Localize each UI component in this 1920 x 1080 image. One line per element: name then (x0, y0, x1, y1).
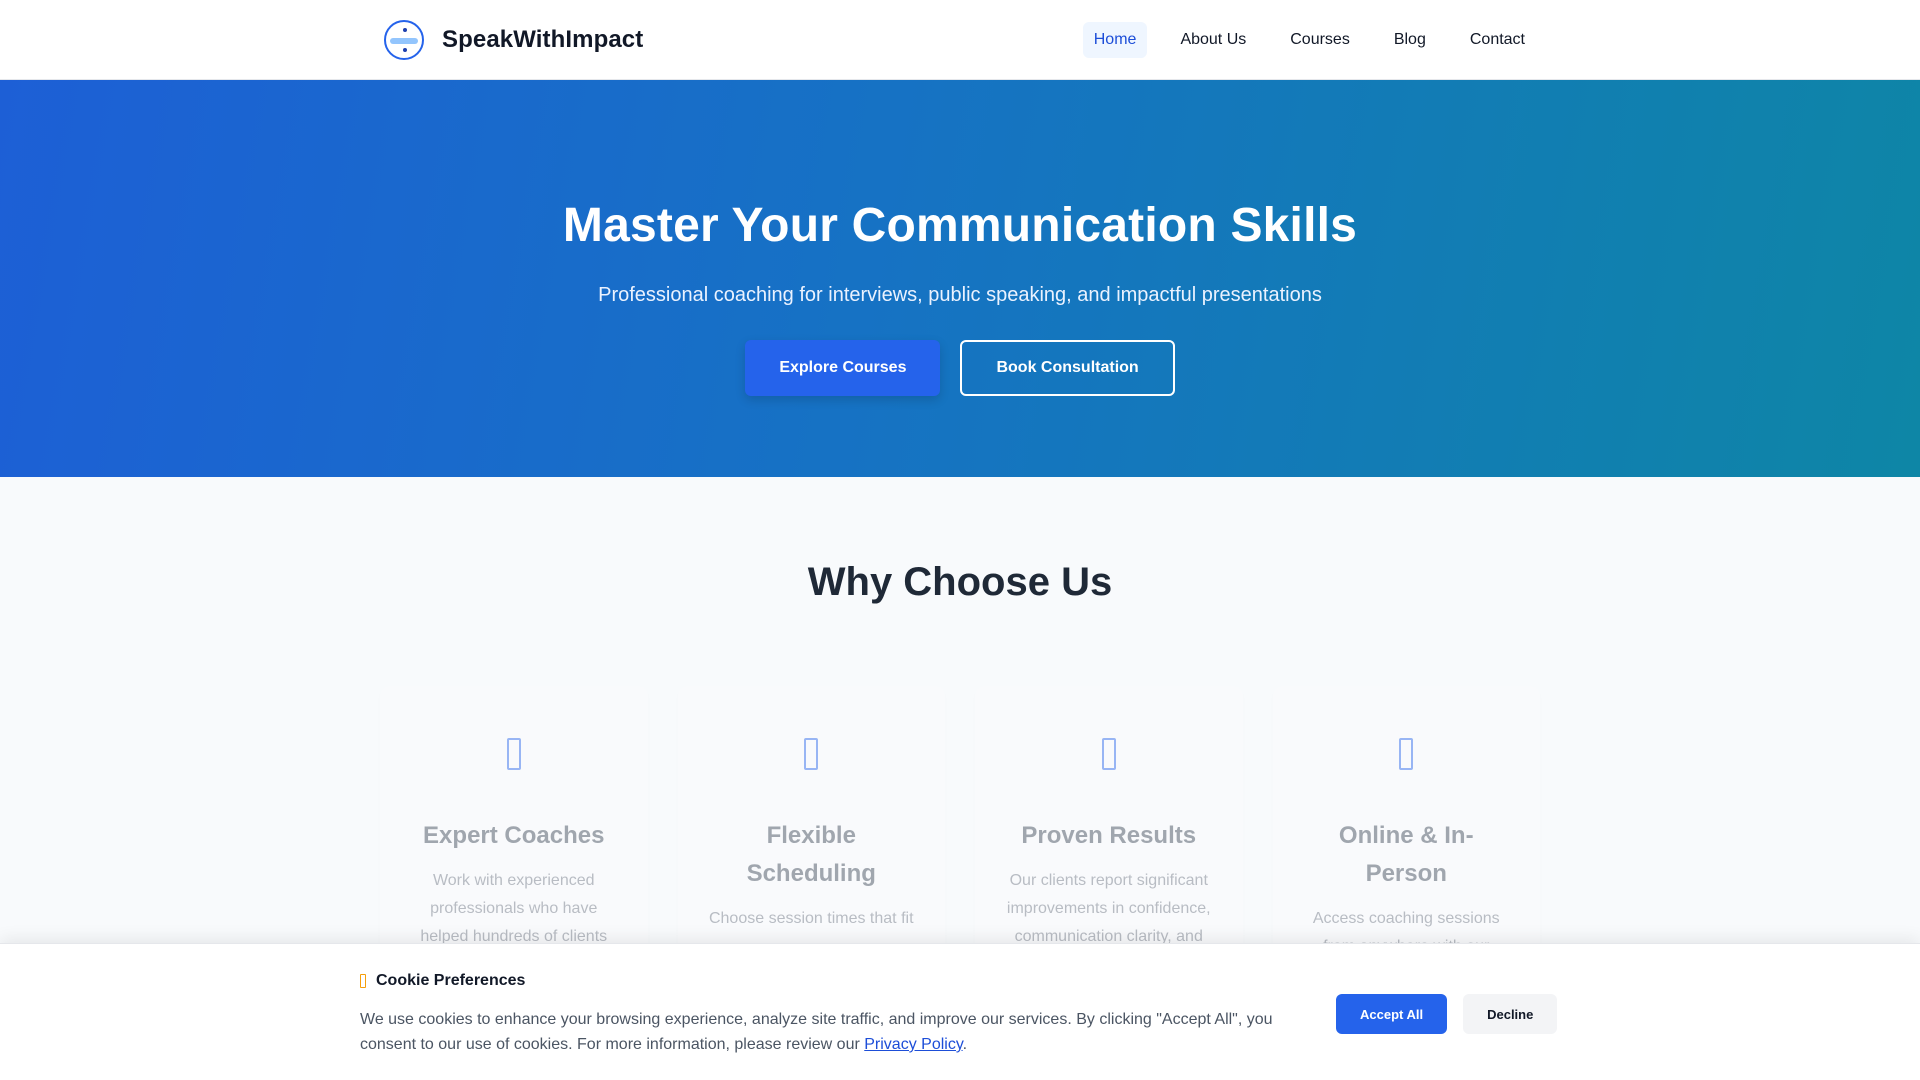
cookie-buttons: Accept All Decline (1336, 994, 1558, 1034)
cookie-icon (360, 974, 366, 988)
nav-link-courses[interactable]: Courses (1279, 22, 1361, 58)
book-consultation-button[interactable]: Book Consultation (960, 340, 1175, 396)
brand-name[interactable]: SpeakWithImpact (442, 26, 643, 54)
hero-subtitle: Professional coaching for interviews, pu… (598, 284, 1322, 306)
hero-section: Master Your Communication Skills Profess… (0, 80, 1920, 477)
cookie-text: We use cookies to enhance your browsing … (360, 1011, 1273, 1053)
hero-buttons: Explore Courses Book Consultation (0, 340, 1920, 396)
coach-icon (506, 738, 521, 770)
privacy-policy-link[interactable]: Privacy Policy (864, 1036, 962, 1053)
cookie-banner: Cookie Preferences We use cookies to enh… (0, 943, 1920, 1080)
chart-icon (1101, 738, 1116, 770)
cookie-title: Cookie Preferences (376, 972, 526, 989)
accept-all-button[interactable]: Accept All (1336, 994, 1448, 1034)
card-title: Expert Coaches (423, 822, 605, 849)
card-title: Flexible Scheduling (746, 822, 876, 887)
card-text: Our clients report significant improveme… (1006, 872, 1211, 945)
cookie-description: We use cookies to enhance your browsing … (360, 1007, 1290, 1057)
explore-courses-button[interactable]: Explore Courses (745, 340, 941, 396)
calendar-icon (804, 738, 819, 770)
nav-link-blog[interactable]: Blog (1383, 22, 1437, 58)
cookie-period: . (962, 1036, 968, 1053)
circle-logo-icon (384, 20, 424, 60)
card-text: Choose session times that fit (708, 910, 914, 927)
brand[interactable]: SpeakWithImpact (384, 20, 643, 60)
top-navbar: SpeakWithImpact Home About Us Courses Bl… (0, 0, 1920, 80)
card-title: Online & In-Person (1338, 822, 1474, 887)
globe-icon (1399, 738, 1414, 770)
nav-link-about-us[interactable]: About Us (1169, 22, 1257, 58)
card-text: Work with experienced professionals who … (420, 872, 608, 945)
hero-title: Master Your Communication Skills (562, 199, 1358, 252)
nav-link-home[interactable]: Home (1082, 22, 1148, 58)
cookie-header: Cookie Preferences (360, 972, 525, 990)
why-choose-us-title: Why Choose Us (807, 560, 1113, 604)
card-title: Proven Results (1021, 822, 1197, 849)
nav-links: Home About Us Courses Blog Contact (1082, 22, 1536, 58)
nav-link-contact[interactable]: Contact (1459, 22, 1536, 58)
decline-button[interactable]: Decline (1463, 994, 1558, 1034)
